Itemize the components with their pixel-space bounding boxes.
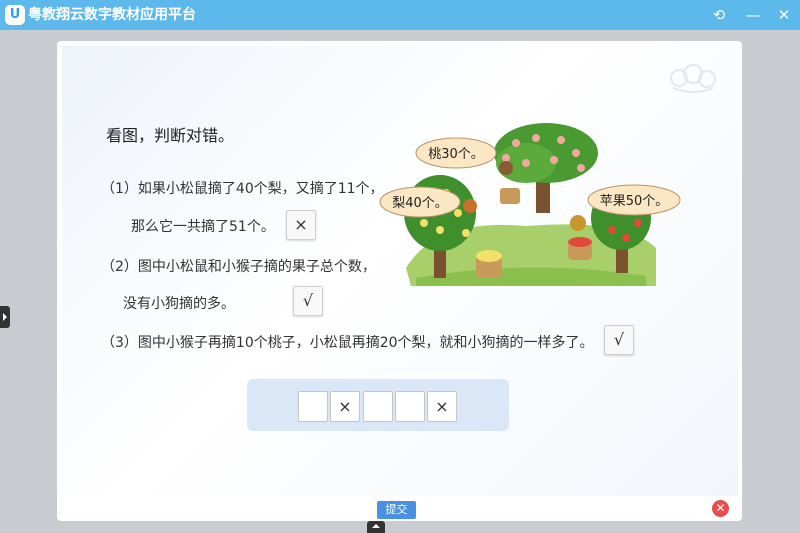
- app-title: 粤教翔云数字教材应用平台: [28, 7, 196, 23]
- close-exercise-icon[interactable]: ✕: [712, 500, 729, 517]
- watermark-icon: [670, 64, 716, 93]
- question-1-line-2: 那么它一共摘了51个。: [131, 219, 275, 235]
- question-2-line-1: （2）图中小松鼠和小猴子摘的果子总个数，: [101, 259, 376, 275]
- close-window-button[interactable]: ✕: [772, 4, 796, 26]
- answer-slot-1[interactable]: [298, 391, 328, 422]
- app-logo-icon: U: [5, 5, 25, 25]
- answer-slot-3[interactable]: [363, 391, 393, 422]
- answer-slot-5[interactable]: ×: [427, 391, 457, 422]
- orchard-illustration: 桃30个。 梨40个。 苹果50个。: [379, 123, 681, 286]
- apple-label: 苹果50个。: [600, 194, 669, 209]
- minimize-button[interactable]: —: [741, 4, 765, 26]
- answer-slot-4[interactable]: [395, 391, 425, 422]
- exercise-heading: 看图，判断对错。: [106, 126, 235, 145]
- refresh-icon[interactable]: ⟲: [707, 4, 731, 26]
- question-3-line-1: （3）图中小猴子再摘10个桃子，小松鼠再摘20个梨，就和小狗摘的一样多了。: [101, 335, 594, 351]
- bottom-panel-toggle[interactable]: [367, 521, 385, 533]
- answer-slot-2[interactable]: ×: [330, 391, 360, 422]
- question-1-line-1: （1）如果小松鼠摘了40个梨，又摘了11个，: [101, 181, 384, 197]
- title-bar: U 粤教翔云数字教材应用平台 ⟲ — ✕: [0, 0, 800, 30]
- peach-label: 桃30个。: [428, 147, 484, 162]
- question-1-answer-box[interactable]: ×: [286, 210, 316, 240]
- side-panel-toggle[interactable]: [0, 306, 10, 328]
- question-2-answer-box[interactable]: √: [293, 286, 323, 316]
- submit-button[interactable]: 提交: [377, 501, 416, 519]
- pear-label: 梨40个。: [392, 196, 448, 211]
- question-3-answer-box[interactable]: √: [604, 325, 634, 355]
- question-2-line-2: 没有小狗摘的多。: [123, 296, 235, 312]
